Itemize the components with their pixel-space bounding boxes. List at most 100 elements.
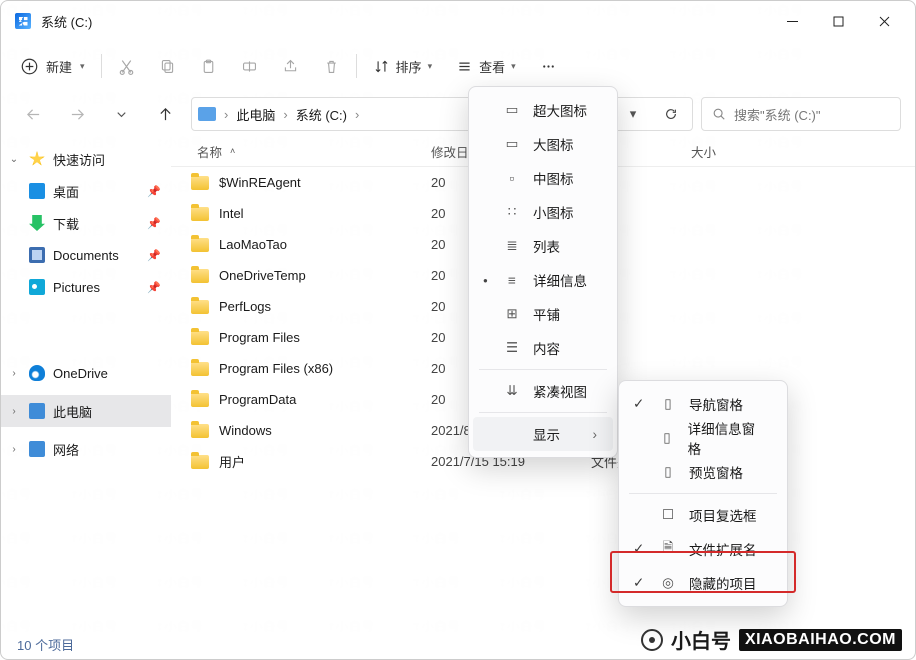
details-icon: ≡ bbox=[503, 273, 521, 288]
plus-circle-icon bbox=[21, 58, 38, 75]
cut-button[interactable] bbox=[108, 48, 145, 84]
show-submenu: ✓▯导航窗格 ▯详细信息窗格 ▯预览窗格 ☐项目复选框 ✓🗎文件扩展名 ✓◎隐藏… bbox=[618, 380, 788, 607]
menu-item-compact[interactable]: ⇊紧凑视图 bbox=[473, 374, 613, 408]
breadcrumb[interactable]: 此电脑 bbox=[236, 105, 275, 124]
copy-button[interactable] bbox=[149, 48, 186, 84]
refresh-button[interactable] bbox=[656, 107, 686, 121]
view-button[interactable]: 查看 ▾ bbox=[446, 48, 526, 84]
recent-button[interactable] bbox=[103, 96, 139, 132]
copy-icon bbox=[159, 58, 176, 75]
compact-icon: ⇊ bbox=[503, 383, 521, 399]
menu-item-extensions[interactable]: ✓🗎文件扩展名 bbox=[623, 532, 783, 566]
window-title: 系统 (C:) bbox=[41, 12, 92, 31]
list-icon: ≣ bbox=[503, 238, 521, 254]
drive-icon bbox=[198, 107, 216, 121]
pictures-icon bbox=[29, 279, 45, 295]
documents-icon bbox=[29, 247, 45, 263]
network-icon bbox=[29, 441, 45, 457]
file-name: Program Files (x86) bbox=[219, 361, 333, 376]
share-button[interactable] bbox=[272, 48, 309, 84]
menu-item-large-icons[interactable]: ▭大图标 bbox=[473, 127, 613, 161]
forward-button[interactable] bbox=[59, 96, 95, 132]
chevron-down-icon: ▾ bbox=[428, 61, 433, 72]
radio-logo-icon bbox=[641, 629, 663, 651]
menu-item-show[interactable]: 显示› bbox=[473, 417, 613, 451]
pin-icon: 📌 bbox=[147, 281, 161, 294]
cut-icon bbox=[118, 58, 135, 75]
sidebar-item-network[interactable]: ›网络 bbox=[1, 433, 171, 465]
minimize-button[interactable] bbox=[769, 5, 815, 37]
rename-icon bbox=[241, 58, 258, 75]
new-button[interactable]: 新建 ▾ bbox=[11, 48, 95, 84]
desktop-icon bbox=[29, 183, 45, 199]
close-button[interactable] bbox=[861, 5, 907, 37]
sidebar-item-downloads[interactable]: 下载📌 bbox=[1, 207, 171, 239]
menu-item-content[interactable]: ☰内容 bbox=[473, 331, 613, 365]
nav-pane-icon: ▯ bbox=[659, 396, 677, 412]
file-icon: 🗎 bbox=[659, 538, 677, 561]
file-name: Intel bbox=[219, 206, 244, 221]
menu-item-medium-icons[interactable]: ▫中图标 bbox=[473, 161, 613, 195]
column-name[interactable]: 名称˄ bbox=[171, 142, 431, 161]
folder-icon bbox=[191, 269, 209, 283]
more-button[interactable] bbox=[530, 48, 567, 84]
folder-icon bbox=[191, 176, 209, 190]
folder-icon bbox=[191, 331, 209, 345]
star-icon bbox=[29, 151, 45, 167]
onedrive-icon bbox=[29, 365, 45, 381]
menu-item-preview-pane[interactable]: ▯预览窗格 bbox=[623, 455, 783, 489]
pin-icon: 📌 bbox=[147, 249, 161, 262]
file-name: ProgramData bbox=[219, 392, 296, 407]
folder-icon bbox=[191, 362, 209, 376]
eye-icon: ◎ bbox=[659, 575, 677, 591]
pin-icon: 📌 bbox=[147, 217, 161, 230]
sidebar-item-documents[interactable]: Documents📌 bbox=[1, 239, 171, 271]
details-pane-icon: ▯ bbox=[658, 430, 675, 446]
up-button[interactable] bbox=[147, 96, 183, 132]
menu-item-checkboxes[interactable]: ☐项目复选框 bbox=[623, 498, 783, 532]
menu-item-hidden[interactable]: ✓◎隐藏的项目 bbox=[623, 566, 783, 600]
view-menu: ▭超大图标 ▭大图标 ▫中图标 ∷小图标 ≣列表 ●≡详细信息 ⊞平铺 ☰内容 … bbox=[468, 86, 618, 458]
back-button[interactable] bbox=[15, 96, 51, 132]
menu-item-tiles[interactable]: ⊞平铺 bbox=[473, 297, 613, 331]
paste-button[interactable] bbox=[190, 48, 227, 84]
sidebar-item-desktop[interactable]: 桌面📌 bbox=[1, 175, 171, 207]
toolbar: 新建 ▾ 排序 ▾ 查看 ▾ bbox=[1, 41, 915, 91]
app-icon bbox=[15, 13, 31, 29]
sidebar-item-onedrive[interactable]: ›OneDrive bbox=[1, 357, 171, 389]
trash-icon bbox=[323, 58, 340, 75]
grid-xl-icon: ▭ bbox=[503, 102, 521, 118]
menu-item-list[interactable]: ≣列表 bbox=[473, 229, 613, 263]
sidebar-item-pictures[interactable]: Pictures📌 bbox=[1, 271, 171, 303]
sidebar-item-thispc[interactable]: ›此电脑 bbox=[1, 395, 171, 427]
sort-button[interactable]: 排序 ▾ bbox=[363, 48, 443, 84]
delete-button[interactable] bbox=[313, 48, 350, 84]
sidebar-item-quick-access[interactable]: ⌄快速访问 bbox=[1, 143, 171, 175]
file-name: 用户 bbox=[219, 452, 245, 471]
breadcrumb[interactable]: 系统 (C:) bbox=[296, 105, 347, 124]
address-dropdown[interactable]: ▾ bbox=[618, 106, 648, 122]
file-name: $WinREAgent bbox=[219, 175, 301, 190]
view-icon bbox=[456, 58, 473, 75]
rename-button[interactable] bbox=[231, 48, 268, 84]
search-input[interactable]: 搜索"系统 (C:)" bbox=[701, 97, 901, 131]
navigation-pane: ⌄快速访问 桌面📌 下载📌 Documents📌 Pictures📌 ›OneD… bbox=[1, 137, 171, 629]
folder-icon bbox=[191, 455, 209, 469]
file-name: PerfLogs bbox=[219, 299, 271, 314]
tiles-icon: ⊞ bbox=[503, 306, 521, 322]
search-icon bbox=[712, 107, 726, 121]
preview-pane-icon: ▯ bbox=[659, 464, 677, 480]
address-bar-row: › 此电脑 › 系统 (C:) › ▾ 搜索"系统 (C:)" bbox=[1, 91, 915, 137]
menu-item-details-pane[interactable]: ▯详细信息窗格 bbox=[623, 421, 783, 455]
file-name: Windows bbox=[219, 423, 272, 438]
chevron-down-icon: ▾ bbox=[511, 61, 516, 72]
file-name: LaoMaoTao bbox=[219, 237, 287, 252]
menu-item-details[interactable]: ●≡详细信息 bbox=[473, 263, 613, 297]
ellipsis-icon bbox=[540, 58, 557, 75]
menu-item-small-icons[interactable]: ∷小图标 bbox=[473, 195, 613, 229]
menu-item-extra-large-icons[interactable]: ▭超大图标 bbox=[473, 93, 613, 127]
menu-item-nav-pane[interactable]: ✓▯导航窗格 bbox=[623, 387, 783, 421]
maximize-button[interactable] bbox=[815, 5, 861, 37]
column-size[interactable]: 大小 bbox=[691, 142, 771, 161]
file-name: Program Files bbox=[219, 330, 300, 345]
